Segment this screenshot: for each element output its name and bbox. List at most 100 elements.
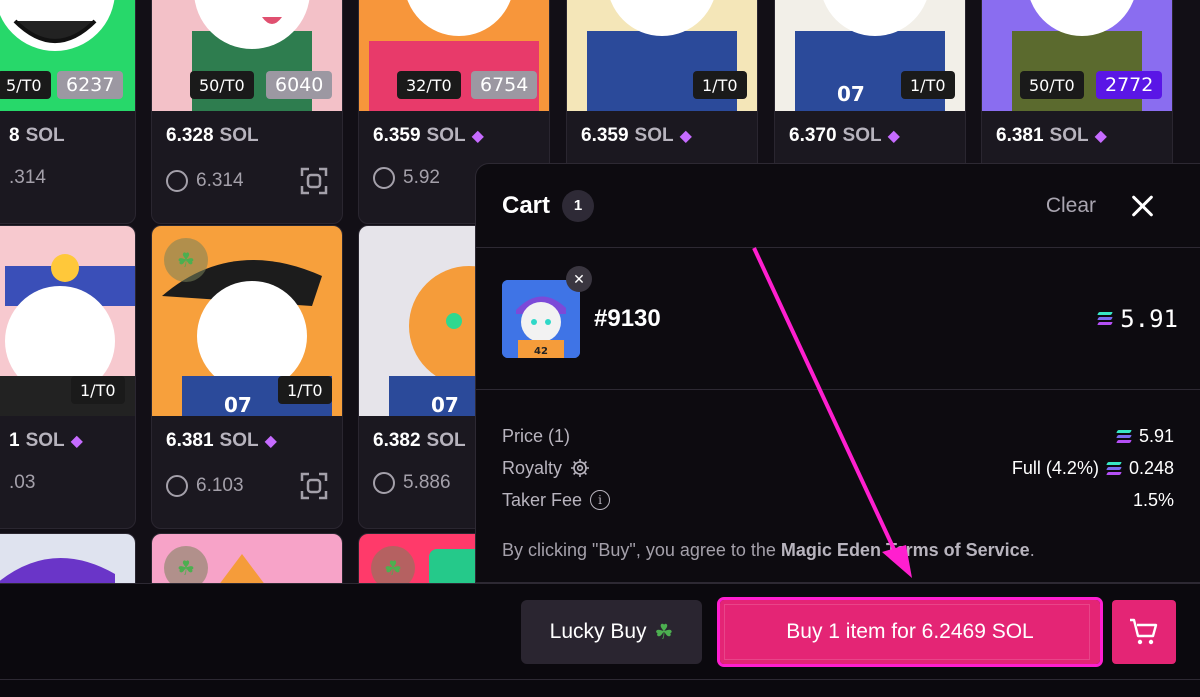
currency: SOL	[219, 430, 259, 451]
supply-tag: 5/T0	[0, 71, 51, 99]
diamond-icon: ◆	[1094, 128, 1107, 145]
supply-tag: 1/T0	[901, 71, 955, 99]
royalty-mode[interactable]: Full (4.2%)	[1012, 458, 1099, 479]
currency: SOL	[219, 125, 259, 146]
jersey-number: 42	[534, 346, 548, 357]
price-label: Price (1)	[502, 425, 571, 446]
currency: SOL	[25, 430, 65, 451]
currency: SOL	[25, 125, 65, 146]
clover-icon: ☘	[164, 238, 208, 282]
price-value: 8	[9, 125, 20, 146]
price-value: 5.91	[1138, 425, 1174, 446]
cart-count-badge: 1	[562, 189, 595, 222]
last-sale: 6.103	[196, 475, 244, 496]
nft-image: 07 ☘ 1/T0	[152, 226, 342, 416]
footer-strip	[0, 679, 1200, 697]
nft-image: 1/T0	[0, 226, 135, 416]
last-sale: .314	[9, 167, 46, 188]
price-value: 6.382	[373, 430, 421, 451]
currency: SOL	[634, 125, 674, 146]
last-sale: .03	[9, 472, 36, 493]
solana-icon	[1116, 429, 1132, 443]
diamond-icon: ◆	[70, 433, 83, 450]
item-price: 5.91	[1097, 304, 1178, 333]
solana-icon	[1097, 312, 1114, 325]
buy-button[interactable]: Buy 1 item for 6.2469 SOL	[717, 597, 1103, 667]
nft-image: 50/T0 2772	[982, 0, 1172, 111]
scan-icon[interactable]	[300, 167, 328, 195]
nft-image: 32/T0 6754	[359, 0, 549, 111]
svg-text:07: 07	[837, 82, 865, 106]
diamond-icon: ◆	[679, 128, 692, 145]
taker-fee-value: 1.5%	[1132, 489, 1174, 510]
close-icon[interactable]	[1128, 192, 1156, 220]
supply-tag: 50/T0	[190, 71, 254, 99]
nft-card[interactable]: 07 ☘ 1/T0 6.381 SOL ◆ 6.103	[151, 225, 343, 529]
currency: SOL	[842, 125, 882, 146]
terms-prefix: By clicking "Buy", you agree to the	[502, 540, 781, 560]
currency: SOL	[426, 125, 466, 146]
last-sale: 6.314	[196, 170, 244, 191]
marketplace-screen: 5/T0 6237 8 SOL .314 50/T0 6040 6.328 SOL	[0, 0, 1200, 697]
rank-tag: 6237	[57, 71, 124, 99]
clover-icon: ☘	[654, 620, 674, 644]
diamond-icon: ◆	[264, 433, 277, 450]
fee-summary: Price (1) 5.91 Royalty Full (4.2%) 0.248	[476, 390, 1200, 561]
price-value: 6.381	[166, 430, 214, 451]
item-price-value: 5.91	[1120, 304, 1178, 333]
lucky-buy-button[interactable]: Lucky Buy ☘	[521, 600, 702, 664]
solana-icon	[1106, 461, 1122, 475]
cart-title: Cart	[502, 191, 551, 219]
rank-tag: 2772	[1096, 71, 1163, 99]
terms-link[interactable]: Magic Eden Terms of Service	[781, 540, 1030, 560]
gear-icon[interactable]	[570, 458, 590, 478]
cart-item: 42 ✕ #9130 5.91	[476, 248, 1200, 390]
last-sale-icon	[373, 167, 395, 189]
supply-tag: 32/T0	[397, 71, 461, 99]
svg-text:07: 07	[224, 393, 252, 416]
svg-text:07: 07	[431, 393, 459, 416]
item-thumbnail: 42	[502, 279, 580, 358]
nft-image: 1/T0	[567, 0, 757, 111]
clear-cart-button[interactable]: Clear	[1046, 194, 1096, 218]
price-value: 6.381	[996, 125, 1044, 146]
supply-tag: 50/T0	[1020, 71, 1084, 99]
price-value: 6.328	[166, 125, 214, 146]
nft-image: 07 1/T0	[775, 0, 965, 111]
currency: SOL	[426, 430, 466, 451]
nft-image: 5/T0 6237	[0, 0, 135, 111]
nft-card[interactable]: 50/T0 6040 6.328 SOL 6.314	[151, 0, 343, 224]
price-value: 1	[9, 430, 20, 451]
rank-tag: 6040	[266, 71, 333, 99]
last-sale: 5.886	[403, 472, 451, 493]
scan-icon[interactable]	[300, 472, 328, 500]
royalty-row: Royalty Full (4.2%) 0.248	[502, 452, 1188, 484]
diamond-icon: ◆	[471, 128, 484, 145]
supply-tag: 1/T0	[278, 376, 332, 404]
bottom-action-bar: Lucky Buy ☘ Buy 1 item for 6.2469 SOL	[0, 583, 1200, 697]
cart-header: Cart 1 Clear	[476, 164, 1200, 248]
remove-item-button[interactable]: ✕	[566, 266, 592, 292]
nft-card[interactable]: 1/T0 1 SOL ◆ .03	[0, 225, 136, 529]
price-value: 6.370	[789, 125, 837, 146]
last-sale: 5.92	[403, 167, 440, 188]
taker-fee-row: Taker Fee i 1.5%	[502, 484, 1188, 516]
nft-image: 50/T0 6040	[152, 0, 342, 111]
last-sale-icon	[166, 170, 188, 192]
nft-card[interactable]: 5/T0 6237 8 SOL .314	[0, 0, 136, 224]
taker-fee-label: Taker Fee	[502, 489, 583, 510]
price-value: 6.359	[373, 125, 421, 146]
item-name: #9130	[594, 304, 661, 332]
cart-panel: Cart 1 Clear 42 ✕ #9130 5.91 Price (1) 5…	[475, 163, 1200, 583]
fox-art: 42	[502, 279, 580, 358]
supply-tag: 1/T0	[71, 376, 125, 404]
last-sale-icon	[373, 472, 395, 494]
royalty-label: Royalty	[502, 457, 563, 478]
currency: SOL	[1049, 125, 1089, 146]
price-value: 6.359	[581, 125, 629, 146]
diamond-icon: ◆	[887, 128, 900, 145]
price-row: Price (1) 5.91	[502, 420, 1188, 452]
terms-notice: By clicking "Buy", you agree to the Magi…	[502, 540, 1188, 561]
cart-icon[interactable]	[1112, 600, 1176, 664]
info-icon[interactable]: i	[590, 490, 611, 510]
